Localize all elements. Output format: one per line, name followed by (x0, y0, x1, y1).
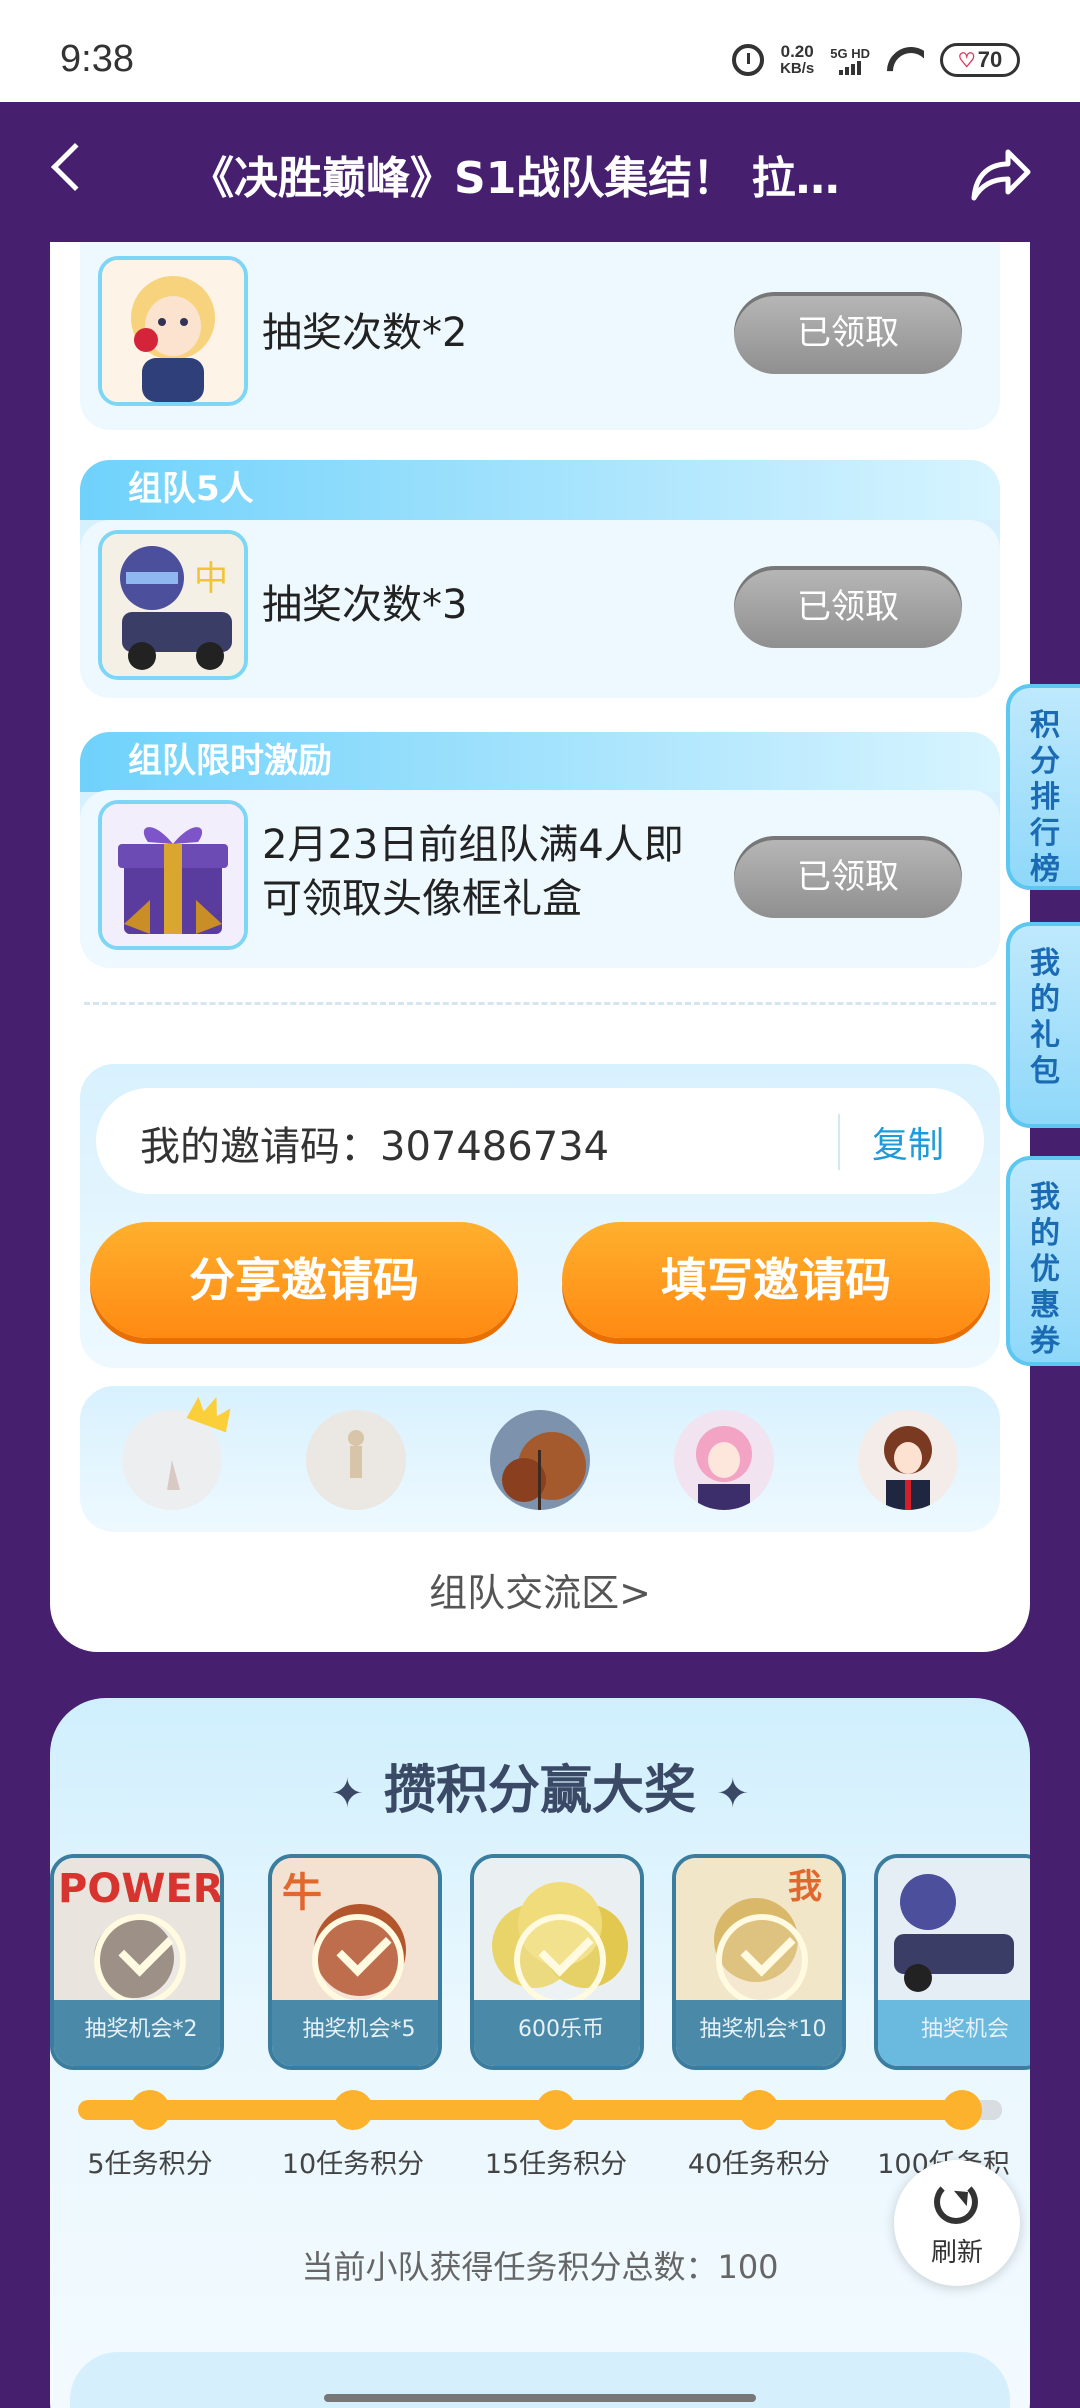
milestone-label: 10任务积分 (281, 2149, 425, 2180)
status-time: 9:38 (60, 38, 134, 80)
milestone-dot (333, 2090, 373, 2130)
refresh-icon (934, 2180, 978, 2224)
reward-text: 抽奖次数*3 (262, 582, 468, 628)
invite-panel: 我的邀请码：307486734 复制 分享邀请码 填写邀请码 (80, 1064, 1000, 1368)
signal-icon: 5G HD (830, 46, 870, 75)
prize-item[interactable]: 600乐币 (470, 1854, 644, 2070)
divider (838, 1114, 840, 1170)
svg-text:中: 中 (194, 559, 228, 599)
milestone-label: 15任务积分 (484, 2149, 628, 2180)
points-total: 当前小队获得任务积分总数：100 (301, 2248, 779, 2286)
invite-code-label: 我的邀请码：307486734 (140, 1124, 610, 1170)
home-indicator[interactable] (324, 2394, 756, 2402)
invite-code-box: 我的邀请码：307486734 复制 (96, 1088, 984, 1194)
share-invite-button[interactable]: 分享邀请码 (90, 1222, 518, 1338)
milestone-dot (942, 2090, 982, 2130)
milestone-dot (739, 2090, 779, 2130)
reward-item: 抽奖次数*2 已领取 (80, 242, 1000, 430)
reward-text: 抽奖次数*2 (262, 310, 468, 356)
team-exchange-link[interactable]: 组队交流区> (50, 1562, 1030, 1617)
reward-image: 中 (98, 530, 248, 680)
claimed-button[interactable]: 已领取 (734, 566, 962, 648)
sparkle-icon: ✦ (716, 1771, 750, 1817)
svg-text:我: 我 (788, 1867, 822, 1907)
divider (84, 1002, 996, 1005)
net-speed: 0.20 KB/s (780, 42, 815, 77)
copy-button[interactable]: 复制 (872, 1116, 944, 1168)
milestone-label: 40任务积分 (687, 2149, 831, 2180)
back-icon[interactable] (50, 142, 100, 192)
side-tab-leaderboard[interactable]: 积分排行榜 (1006, 684, 1080, 890)
prize-item[interactable]: 抽奖机会 (874, 1854, 1030, 2070)
prize-caption: 600乐币 (474, 2000, 640, 2066)
refresh-button[interactable]: 刷新 (894, 2160, 1020, 2286)
reward-text: 2月23日前组队满4人即 可领取头像框礼盒 (262, 822, 684, 922)
status-bar: 9:38 0.20 KB/s 5G HD ♡ 70 (0, 0, 1080, 102)
prize-caption: 抽奖机会 (878, 2000, 1030, 2066)
milestone-dot (130, 2090, 170, 2130)
battery-icon: ♡ 70 (940, 43, 1020, 77)
check-icon (94, 1914, 186, 2006)
check-icon (514, 1914, 606, 2006)
reward-image (98, 800, 248, 950)
header: 《决胜巅峰》S1战队集结！ 拉… (0, 102, 1080, 242)
prize-caption: 抽奖机会*10 (676, 2000, 842, 2066)
points-card: ✦ 攒积分赢大奖 ✦ POWER 抽奖机会*2 牛 抽奖机会*5 600乐币 我 抽… (50, 1698, 1030, 2408)
check-icon (716, 1914, 808, 2006)
team-card: 抽奖次数*2 已领取 组队5人 中 抽奖次数*3 已领取 组队限时激励 2月23… (50, 242, 1030, 1652)
reward-tag: 组队限时激励 (80, 732, 1000, 792)
points-title: ✦ 攒积分赢大奖 ✦ (330, 1761, 750, 1821)
reward-item: 组队5人 中 抽奖次数*3 已领取 (80, 460, 1000, 698)
side-tab-my-coupons[interactable]: 我的优惠券 (1006, 1156, 1080, 1366)
page-title: 《决胜巅峰》S1战队集结！ 拉… (190, 153, 840, 204)
alarm-icon (732, 44, 765, 76)
svg-text:牛: 牛 (282, 1870, 322, 1916)
svg-text:POWER: POWER (58, 1866, 224, 1912)
prize-item[interactable]: POWER 抽奖机会*2 (50, 1854, 224, 2070)
avatar[interactable] (306, 1410, 406, 1510)
prize-caption: 抽奖机会*5 (272, 2000, 438, 2066)
claimed-button[interactable]: 已领取 (734, 292, 962, 374)
avatar[interactable] (490, 1410, 590, 1510)
avatar[interactable] (858, 1410, 958, 1510)
reward-image (98, 256, 248, 406)
milestone-dot (536, 2090, 576, 2130)
prize-item[interactable]: 牛 抽奖机会*5 (268, 1854, 442, 2070)
reward-tag: 组队5人 (80, 460, 1000, 520)
milestone-label: 5任务积分 (87, 2149, 213, 2180)
prize-item[interactable]: 我 抽奖机会*10 (672, 1854, 846, 2070)
claimed-button[interactable]: 已领取 (734, 836, 962, 918)
reward-item: 组队限时激励 2月23日前组队满4人即 可领取头像框礼盒 已领取 (80, 732, 1000, 968)
side-tab-my-gifts[interactable]: 我的礼包 (1006, 922, 1080, 1128)
prize-caption: 抽奖机会*2 (54, 2000, 220, 2066)
fill-invite-button[interactable]: 填写邀请码 (562, 1222, 990, 1338)
wifi-icon (886, 45, 924, 75)
check-icon (312, 1914, 404, 2006)
avatar[interactable] (674, 1410, 774, 1510)
share-icon[interactable] (968, 144, 1032, 204)
sparkle-icon: ✦ (330, 1771, 364, 1817)
